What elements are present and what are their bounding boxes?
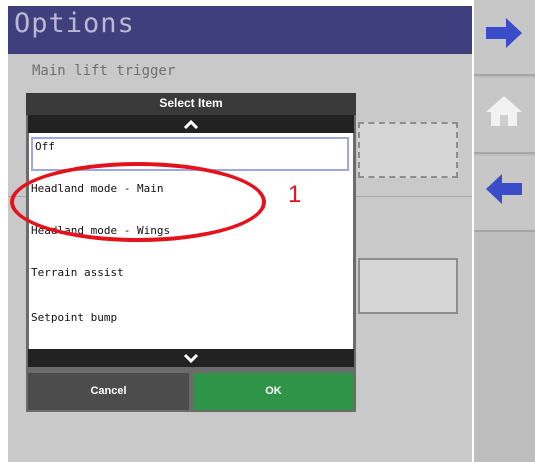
ok-button[interactable]: OK: [193, 373, 354, 410]
home-button[interactable]: [474, 78, 535, 154]
options-screen: Options Main lift trigger Select Item Of…: [0, 0, 535, 462]
page-title: Options: [14, 8, 135, 39]
chevron-up-icon: [183, 119, 199, 129]
dialog-title: Select Item: [26, 93, 356, 115]
scroll-down-button[interactable]: [28, 349, 354, 367]
cancel-button[interactable]: Cancel: [28, 373, 189, 410]
back-button[interactable]: [474, 156, 535, 232]
arrow-right-icon: [486, 18, 522, 48]
item-list: Off Headland mode - Main Headland mode -…: [29, 133, 353, 349]
select-item-dialog: Select Item Off Headland mode - Main Hea…: [26, 93, 356, 412]
secondary-setting-field[interactable]: [358, 258, 458, 314]
list-item-off[interactable]: Off: [31, 137, 349, 171]
annotation-number: 1: [288, 181, 302, 208]
side-nav: [474, 0, 535, 462]
main-lift-trigger-label: Main lift trigger: [32, 63, 176, 79]
title-bar: Options: [8, 6, 472, 54]
arrow-left-icon: [486, 174, 522, 204]
main-lift-trigger-field[interactable]: [358, 122, 458, 178]
dialog-buttons: Cancel OK: [26, 367, 356, 412]
scroll-up-button[interactable]: [28, 115, 354, 133]
home-icon: [486, 96, 522, 126]
next-button[interactable]: [474, 0, 535, 76]
chevron-down-icon: [183, 353, 199, 363]
